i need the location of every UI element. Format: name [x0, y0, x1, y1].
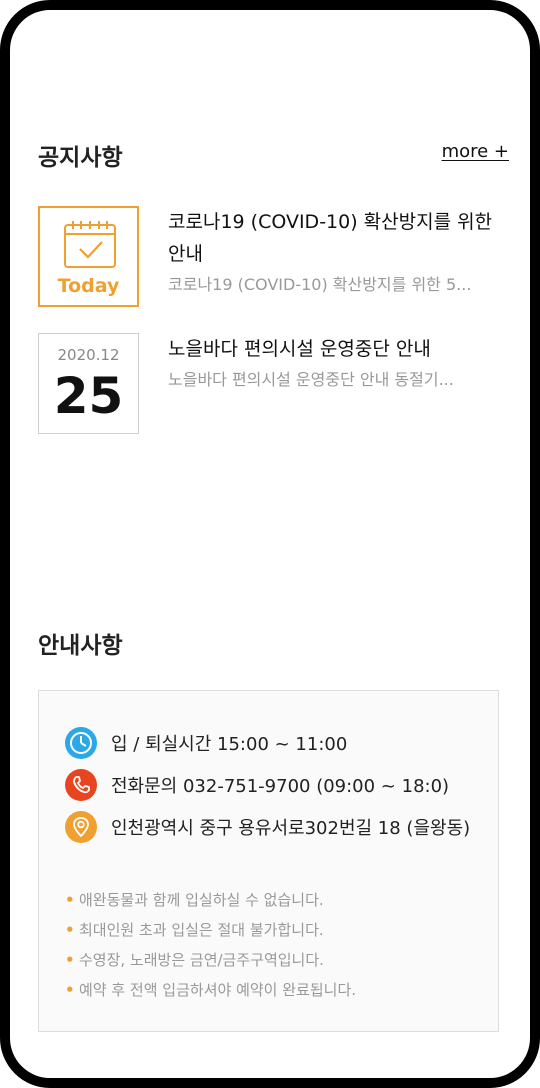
address-text: 인천광역시 중구 용유서로302번길 18 (을왕동) — [111, 818, 471, 839]
clock-icon — [65, 727, 97, 759]
notice-text: 코로나19 (COVID-10) 확산방지를 위한 안내 코로나19 (COVI… — [168, 206, 510, 298]
checkin-time-text: 입 / 퇴실시간 15:00 ~ 11:00 — [111, 734, 348, 755]
notice-item[interactable]: 2020.12 25 노을바다 편의시설 운영중단 안내 노을바다 편의시설 운… — [38, 333, 510, 435]
info-box: 입 / 퇴실시간 15:00 ~ 11:00 전화문의 032-751-9700… — [38, 690, 499, 1032]
notice-heading: 코로나19 (COVID-10) 확산방지를 위한 안내 — [168, 211, 493, 265]
notice-section-title: 공지사항 — [38, 145, 123, 171]
rule-item: • 애완동물과 함께 입실하실 수 없습니다. — [65, 891, 324, 909]
rules-list: • 애완동물과 함께 입실하실 수 없습니다. • 최대인원 초과 입실은 절대 불… — [65, 885, 488, 1005]
phone-frame: 공지사항 more + Today 코로나19 (COVID-10) 확산방지를… — [0, 0, 540, 1088]
date-badge: 2020.12 25 — [38, 333, 139, 434]
screen: 공지사항 more + Today 코로나19 (COVID-10) 확산방지를… — [10, 10, 530, 1078]
date-day: 25 — [53, 367, 124, 425]
notice-preview: 노을바다 편의시설 운영중단 안내 동절기... — [168, 370, 454, 389]
more-link[interactable]: more + — [442, 141, 509, 162]
rule-item: • 최대인원 초과 입실은 절대 불가합니다. — [65, 921, 324, 939]
calendar-check-icon — [64, 221, 116, 268]
phone-row: 전화문의 032-751-9700 (09:00 ~ 18:0) — [65, 769, 478, 803]
notice-text: 노을바다 편의시설 운영중단 안내 노을바다 편의시설 운영중단 안내 동절기.… — [168, 333, 510, 393]
checkin-time-row: 입 / 퇴실시간 15:00 ~ 11:00 — [65, 727, 478, 761]
phone-text: 전화문의 032-751-9700 (09:00 ~ 18:0) — [111, 776, 450, 797]
notice-preview: 코로나19 (COVID-10) 확산방지를 위한 5... — [168, 275, 472, 294]
notice-heading: 노을바다 편의시설 운영중단 안내 — [168, 338, 431, 360]
today-label: Today — [57, 275, 120, 297]
location-pin-icon — [65, 811, 97, 843]
notice-item[interactable]: Today 코로나19 (COVID-10) 확산방지를 위한 안내 코로나19… — [38, 206, 510, 308]
address-row: 인천광역시 중구 용유서로302번길 18 (을왕동) — [65, 811, 478, 875]
date-month: 2020.12 — [57, 346, 120, 364]
rule-item: • 예약 후 전액 입금하셔야 예약이 완료됩니다. — [65, 981, 357, 999]
info-section-title: 안내사항 — [38, 633, 123, 659]
rule-item: • 수영장, 노래방은 금연/금주구역입니다. — [65, 951, 324, 969]
phone-icon — [65, 769, 97, 801]
today-badge: Today — [38, 206, 139, 307]
